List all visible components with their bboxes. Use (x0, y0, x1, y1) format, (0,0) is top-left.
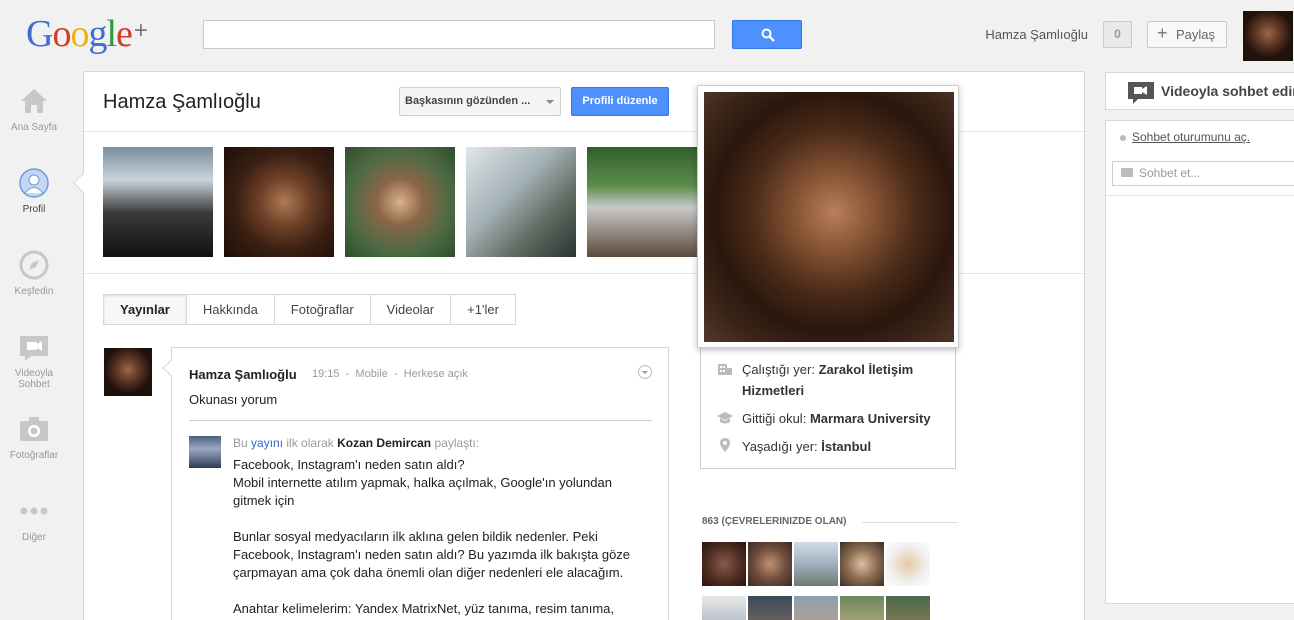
post-author-avatar[interactable] (104, 348, 152, 396)
nav-label-explore: Keşfedin (14, 286, 54, 297)
nav-label-video-chat: Videoyla Sohbet (14, 368, 54, 390)
profile-info-box: Çalıştığı yer: Zarakol İletişim Hizmetle… (700, 346, 956, 469)
video-chat-label: Videoyla sohbet edin (1161, 83, 1294, 99)
nav-label-home: Ana Sayfa (10, 122, 58, 133)
post-visibility[interactable]: Herkese açık (404, 368, 468, 380)
search-icon (761, 28, 775, 42)
original-author[interactable]: Kozan Demircan (337, 436, 431, 450)
chat-panel: Sohbet oturumunu aç. Sohbet et... (1105, 120, 1294, 604)
profile-photo-thumb[interactable] (103, 147, 213, 257)
google-plus-logo[interactable]: Google+ (26, 12, 148, 56)
more-icon (20, 507, 48, 515)
tab-videos[interactable]: Videolar (370, 294, 452, 325)
plus-icon: + (1157, 23, 1168, 43)
left-nav: Ana Sayfa Profil Keşfedin Videoyla Sohbe… (0, 68, 68, 620)
search-input[interactable] (203, 20, 715, 49)
profile-photo-thumb[interactable] (587, 147, 697, 257)
circles-heading: 863 (ÇEVRELERINIZDE OLAN) (702, 516, 847, 527)
nav-item-photos[interactable]: Fotoğraflar (0, 414, 68, 461)
reshare-paragraph: Bunlar sosyal medyacıların ilk aklına ge… (233, 529, 631, 580)
info-location-value: İstanbul (821, 439, 872, 454)
circle-member-avatar[interactable] (702, 596, 746, 620)
nav-item-more[interactable]: Diğer (0, 496, 68, 543)
view-as-dropdown[interactable]: Başkasının gözünden ... (399, 87, 561, 116)
profile-tabs: Yayınlar Hakkında Fotoğraflar Videolar +… (103, 294, 516, 325)
circle-member-avatar[interactable] (886, 596, 930, 620)
profile-photo-thumb[interactable] (345, 147, 455, 257)
nav-item-home[interactable]: Ana Sayfa (0, 86, 68, 133)
profile-photo-popup (697, 85, 959, 348)
chat-bubble-icon (1121, 168, 1133, 177)
post-meta: 19:15 - Mobile - Herkese açık (312, 368, 468, 380)
tab-posts[interactable]: Yayınlar (103, 294, 187, 325)
profile-photo-thumb[interactable] (466, 147, 576, 257)
video-chat-header[interactable]: Videoyla sohbet edin (1105, 72, 1294, 110)
nav-item-video-chat[interactable]: Videoyla Sohbet (0, 332, 68, 390)
profile-photo-large[interactable] (704, 92, 954, 342)
top-bar: Google+ Hamza Şamlıoğlu 0 + Paylaş (0, 0, 1294, 68)
home-icon (21, 89, 47, 113)
share-button[interactable]: + Paylaş (1147, 21, 1227, 48)
location-pin-icon (720, 438, 730, 452)
reshare-paragraph: Facebook, Instagram'ı neden satın aldı? … (233, 457, 612, 508)
post-card: Hamza Şamlıoğlu 19:15 - Mobile - Herkese… (162, 347, 669, 620)
reshare-attribution: Bu yayını ilk olarak Kozan Demircan payl… (233, 436, 480, 450)
video-camera-icon (1128, 82, 1154, 104)
chevron-down-icon (546, 100, 554, 104)
original-post-link[interactable]: yayını (251, 436, 283, 450)
account-avatar[interactable] (1243, 11, 1293, 61)
tab-plus-ones[interactable]: +1'ler (451, 294, 516, 325)
tab-about[interactable]: Hakkında (186, 294, 275, 325)
post-text: Okunası yorum (189, 392, 278, 407)
reshare-body: Facebook, Instagram'ı neden satın aldı? … (233, 456, 633, 620)
post-source: Mobile (355, 368, 388, 380)
graduation-cap-icon (717, 412, 733, 424)
view-as-label: Başkasının gözünden ... (405, 95, 531, 107)
info-school-value: Marmara University (809, 411, 931, 426)
reshare-paragraph: Anahtar kelimelerim: Yandex MatrixNet, y… (233, 601, 614, 616)
nav-label-more: Diğer (22, 532, 46, 543)
circle-member-avatar[interactable] (794, 596, 838, 620)
chat-input-placeholder: Sohbet et... (1139, 166, 1201, 180)
share-label: Paylaş (1176, 27, 1216, 42)
nav-item-explore[interactable]: Keşfedin (0, 250, 68, 297)
circle-member-avatar[interactable] (840, 596, 884, 620)
video-chat-icon (20, 336, 48, 361)
nav-label-photos: Fotoğraflar (9, 450, 59, 461)
post-author[interactable]: Hamza Şamlıoğlu (189, 367, 297, 382)
page-title: Hamza Şamlıoğlu (103, 91, 261, 113)
camera-icon (20, 417, 48, 441)
circle-member-avatar[interactable] (748, 542, 792, 586)
circle-member-avatar[interactable] (886, 542, 930, 586)
circle-member-avatar[interactable] (840, 542, 884, 586)
notification-count[interactable]: 0 (1103, 21, 1132, 48)
post-time[interactable]: 19:15 (312, 368, 340, 380)
post-options-icon[interactable] (638, 365, 652, 379)
profile-photo-thumb[interactable] (224, 147, 334, 257)
circle-member-avatar[interactable] (702, 542, 746, 586)
chat-search-input[interactable]: Sohbet et... (1112, 161, 1294, 186)
profile-icon (19, 168, 49, 198)
search-button[interactable] (732, 20, 802, 49)
nav-label-profile: Profil (22, 204, 46, 215)
reshare-author-avatar[interactable] (189, 436, 221, 468)
tab-photos[interactable]: Fotoğraflar (274, 294, 371, 325)
circle-member-avatar[interactable] (794, 542, 838, 586)
current-user-name[interactable]: Hamza Şamlıoğlu (985, 27, 1088, 42)
nav-item-profile[interactable]: Profil (0, 168, 68, 215)
building-icon (718, 364, 732, 375)
edit-profile-button[interactable]: Profili düzenle (571, 87, 669, 116)
chat-login-link[interactable]: Sohbet oturumunu aç. (1120, 130, 1250, 144)
circle-member-avatar[interactable] (748, 596, 792, 620)
compass-icon (19, 250, 49, 280)
